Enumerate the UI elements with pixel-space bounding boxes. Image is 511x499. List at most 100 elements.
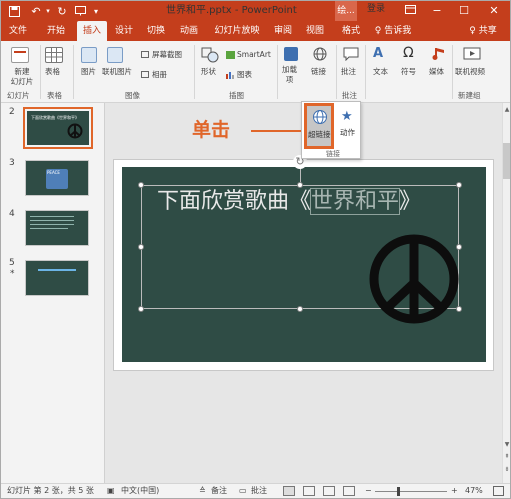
smartart-label[interactable]: SmartArt bbox=[237, 50, 271, 60]
scrollbar-thumb[interactable] bbox=[503, 143, 510, 179]
peace-symbol-icon[interactable] bbox=[368, 233, 460, 325]
scroll-down-icon[interactable]: ▼ bbox=[503, 441, 510, 449]
table-icon[interactable] bbox=[45, 47, 63, 63]
action-icon[interactable]: ★ bbox=[341, 109, 357, 125]
text-icon[interactable]: A bbox=[373, 47, 389, 61]
new-slide-icon[interactable] bbox=[11, 47, 29, 63]
slideshow-view-icon[interactable] bbox=[343, 486, 355, 496]
zoom-slider-thumb[interactable] bbox=[397, 487, 400, 496]
maximize-icon[interactable]: ☐ bbox=[451, 1, 477, 21]
comment-label[interactable]: 批注 bbox=[341, 67, 356, 77]
reading-view-icon[interactable] bbox=[323, 486, 335, 496]
thumbnail-text-line bbox=[30, 220, 74, 221]
zoom-slider[interactable] bbox=[375, 491, 447, 492]
picture-label[interactable]: 图片 bbox=[81, 67, 96, 77]
action-button[interactable]: 动作 bbox=[340, 127, 355, 138]
slide-title[interactable]: 下面欣赏歌曲《世界和平》 bbox=[157, 187, 421, 217]
online-picture-icon[interactable] bbox=[107, 47, 123, 63]
new-slide-label[interactable]: 新建 幻灯片 bbox=[7, 67, 37, 87]
online-video-label[interactable]: 联机视频 bbox=[455, 67, 485, 77]
tab-review[interactable]: 审阅 bbox=[271, 21, 295, 41]
tab-home[interactable]: 开始 bbox=[45, 21, 67, 41]
customize-toolbar-icon[interactable]: ▾ bbox=[89, 4, 103, 18]
resize-handle[interactable] bbox=[138, 244, 144, 250]
tab-slideshow[interactable]: 幻灯片放映 bbox=[213, 21, 261, 41]
group-label-tables: 表格 bbox=[47, 91, 62, 100]
comments-button[interactable]: 批注 bbox=[251, 485, 267, 497]
previous-slide-icon[interactable]: ⇞ bbox=[503, 453, 510, 461]
resize-handle[interactable] bbox=[456, 182, 462, 188]
slide-thumbnail[interactable]: PEACE bbox=[25, 160, 89, 196]
symbols-icon[interactable]: Ω bbox=[403, 45, 419, 61]
zoom-level[interactable]: 47% bbox=[465, 485, 483, 497]
tell-me-search[interactable]: ♀ 告诉我 bbox=[369, 21, 417, 41]
slide-thumbnail-selected[interactable]: 下面欣赏歌曲《世界和平》 bbox=[23, 107, 93, 149]
slide-thumbnail[interactable] bbox=[25, 210, 89, 246]
scroll-up-icon[interactable]: ▲ bbox=[503, 106, 510, 114]
resize-handle[interactable] bbox=[297, 306, 303, 312]
tab-insert[interactable]: 插入 bbox=[77, 21, 107, 41]
hyperlink-label: 超链接 bbox=[308, 130, 331, 139]
online-picture-label[interactable]: 联机图片 bbox=[102, 67, 132, 77]
close-icon[interactable]: ✕ bbox=[481, 1, 507, 21]
ribbon-divider bbox=[194, 45, 195, 99]
language-status[interactable]: 中文(中国) bbox=[121, 485, 159, 497]
redo-icon[interactable]: ↻ bbox=[55, 4, 69, 18]
online-video-icon[interactable] bbox=[463, 47, 481, 61]
drawing-tools-context-tab[interactable]: 绘... bbox=[335, 1, 357, 21]
shapes-label[interactable]: 形状 bbox=[201, 67, 216, 77]
resize-handle[interactable] bbox=[138, 306, 144, 312]
picture-icon[interactable] bbox=[81, 47, 97, 63]
tab-transitions[interactable]: 切换 bbox=[144, 21, 168, 41]
slide-thumbnail: 下面欣赏歌曲《世界和平》 bbox=[27, 111, 89, 145]
popup-group-label: 链接 bbox=[326, 150, 340, 158]
text-label[interactable]: 文本 bbox=[373, 67, 388, 77]
zoom-out-icon[interactable]: − bbox=[365, 485, 372, 497]
thumbnail-text-line bbox=[30, 216, 74, 217]
undo-dropdown-icon[interactable]: ▾ bbox=[41, 4, 55, 18]
addins-label[interactable]: 加载 项 bbox=[282, 65, 297, 85]
media-icon[interactable] bbox=[431, 47, 447, 61]
tab-view[interactable]: 视图 bbox=[303, 21, 327, 41]
shapes-icon[interactable] bbox=[201, 47, 219, 63]
minimize-icon[interactable]: − bbox=[424, 1, 450, 21]
media-label[interactable]: 媒体 bbox=[429, 67, 444, 77]
comments-icon[interactable]: ▭ bbox=[239, 485, 247, 497]
spellcheck-icon[interactable]: ▣ bbox=[107, 485, 115, 497]
tab-file[interactable]: 文件 bbox=[7, 21, 29, 41]
album-icon bbox=[141, 71, 149, 78]
group-label-images: 图像 bbox=[125, 91, 140, 100]
addins-icon[interactable] bbox=[284, 47, 298, 61]
share-button[interactable]: ♀ 共享 bbox=[463, 21, 503, 41]
links-icon[interactable] bbox=[313, 47, 327, 61]
screenshot-label[interactable]: 屏幕截图 bbox=[152, 50, 182, 60]
symbols-label[interactable]: 符号 bbox=[401, 67, 416, 77]
group-label-new-group: 新建组 bbox=[458, 91, 481, 100]
table-label[interactable]: 表格 bbox=[45, 67, 60, 77]
ribbon-display-options-icon[interactable] bbox=[397, 1, 423, 21]
save-icon[interactable] bbox=[7, 4, 21, 18]
resize-handle[interactable] bbox=[138, 182, 144, 188]
tab-design[interactable]: 设计 bbox=[112, 21, 136, 41]
notes-button[interactable]: 备注 bbox=[211, 485, 227, 497]
next-slide-icon[interactable]: ⇟ bbox=[503, 466, 510, 474]
fit-to-window-icon[interactable] bbox=[493, 486, 504, 496]
tab-format[interactable]: 格式 bbox=[339, 21, 363, 41]
chart-label[interactable]: 图表 bbox=[237, 70, 252, 80]
slideshow-icon[interactable] bbox=[73, 4, 87, 18]
tab-animations[interactable]: 动画 bbox=[177, 21, 201, 41]
zoom-in-icon[interactable]: + bbox=[451, 485, 458, 497]
slide-thumbnail[interactable] bbox=[25, 260, 89, 296]
smartart-icon bbox=[226, 51, 235, 59]
links-label[interactable]: 链接 bbox=[311, 67, 326, 77]
comment-icon[interactable] bbox=[343, 47, 359, 62]
hyperlink-button[interactable]: 超链接 bbox=[304, 103, 334, 149]
slide-sorter-view-icon[interactable] bbox=[303, 486, 315, 496]
group-label-slides: 幻灯片 bbox=[7, 91, 30, 100]
thumbnail-title: 下面欣赏歌曲《世界和平》 bbox=[31, 115, 79, 120]
login-link[interactable]: 登录 bbox=[367, 1, 385, 14]
slide-title-selected-text[interactable]: 世界和平 bbox=[310, 188, 401, 215]
album-label[interactable]: 相册 bbox=[152, 70, 167, 80]
notes-icon[interactable]: ≙ bbox=[199, 485, 206, 497]
normal-view-icon[interactable] bbox=[283, 486, 295, 496]
